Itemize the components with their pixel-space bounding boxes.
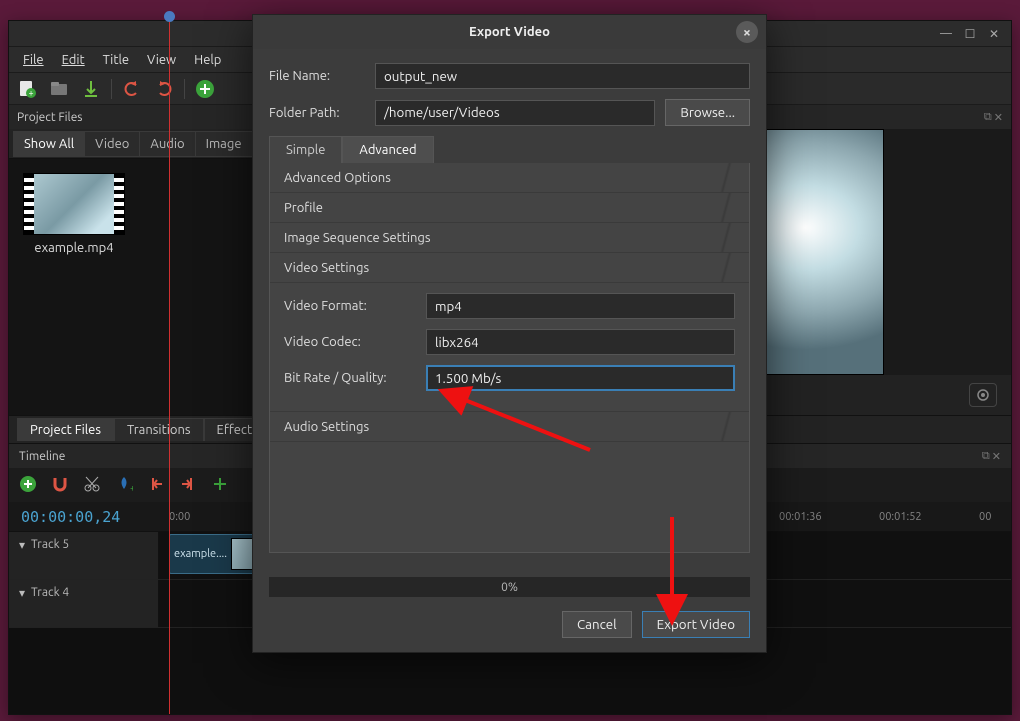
section-image-sequence[interactable]: Image Sequence Settings — [270, 223, 749, 253]
video-codec-input[interactable] — [426, 329, 735, 355]
tab-transitions[interactable]: Transitions — [114, 418, 204, 441]
file-name-row: File Name: — [269, 63, 750, 89]
chevron-down-icon: ▾ — [19, 586, 25, 600]
camera-icon[interactable] — [969, 383, 997, 407]
redo-icon[interactable] — [152, 77, 176, 101]
add-icon[interactable] — [193, 77, 217, 101]
filter-image[interactable]: Image — [195, 131, 253, 157]
ruler-label: 00:01:36 — [779, 511, 822, 523]
menu-file-label: File — [23, 53, 44, 67]
bitrate-input[interactable] — [426, 365, 735, 391]
magnet-icon[interactable] — [51, 475, 69, 496]
dialog-pane: Advanced Options Profile Image Sequence … — [269, 163, 750, 553]
filter-video[interactable]: Video — [84, 131, 140, 157]
panel-detach-icon[interactable]: ⧉ — [984, 111, 992, 124]
project-files-title: Project Files — [17, 111, 83, 124]
export-dialog: Export Video × File Name: Folder Path: B… — [252, 14, 767, 653]
track-name: Track 4 — [31, 586, 69, 599]
menu-edit[interactable]: Edit — [54, 49, 93, 71]
track-head[interactable]: ▾ Track 5 — [9, 532, 159, 579]
menu-edit-label: Edit — [62, 53, 85, 67]
cut-icon[interactable] — [83, 475, 101, 496]
folder-path-label: Folder Path: — [269, 106, 365, 120]
filter-show-all[interactable]: Show All — [13, 131, 85, 157]
video-format-input[interactable] — [426, 293, 735, 319]
menu-help-label: Help — [194, 53, 221, 67]
timeline-title: Timeline — [19, 450, 65, 463]
chevron-down-icon: ▾ — [19, 538, 25, 552]
file-name-label: File Name: — [269, 69, 365, 83]
section-profile[interactable]: Profile — [270, 193, 749, 223]
browse-button[interactable]: Browse... — [665, 99, 750, 126]
undo-icon[interactable] — [120, 77, 144, 101]
toolbar-separator — [111, 79, 112, 99]
dialog-actions: Cancel Export Video — [253, 605, 766, 652]
folder-row: Folder Path: Browse... — [269, 99, 750, 126]
tab-project-files[interactable]: Project Files — [17, 418, 114, 441]
export-button[interactable]: Export Video — [642, 611, 750, 638]
panel-corner-icons: ⧉ ✕ — [982, 450, 1001, 463]
dialog-title: Export Video — [469, 25, 550, 39]
toolbar-separator — [184, 79, 185, 99]
dialog-titlebar[interactable]: Export Video × — [253, 15, 766, 49]
save-file-icon[interactable] — [79, 77, 103, 101]
panel-close-icon[interactable]: ✕ — [992, 450, 1001, 463]
menu-title[interactable]: Title — [95, 49, 137, 71]
dialog-tabs: Simple Advanced — [269, 136, 750, 163]
panel-corner-icons: ⧉ ✕ — [984, 111, 1003, 124]
project-item-thumb — [23, 173, 125, 235]
marker-drop-icon[interactable]: + — [115, 475, 133, 496]
window-maximize-button[interactable]: ☐ — [959, 25, 981, 43]
playhead[interactable] — [169, 21, 170, 714]
annotation-arrow — [657, 512, 687, 615]
video-format-row: Video Format: — [284, 293, 735, 319]
panel-detach-icon[interactable]: ⧉ — [982, 450, 990, 463]
svg-text:+: + — [130, 483, 133, 493]
ruler-label: 00:01:52 — [879, 511, 922, 523]
panel-close-icon[interactable]: ✕ — [994, 111, 1003, 124]
window-minimize-button[interactable]: — — [935, 25, 957, 43]
bitrate-label: Bit Rate / Quality: — [284, 371, 416, 385]
folder-path-input[interactable] — [375, 100, 655, 126]
add-marker-icon[interactable] — [19, 475, 37, 496]
filter-audio[interactable]: Audio — [139, 131, 195, 157]
tab-advanced[interactable]: Advanced — [342, 136, 433, 163]
video-format-label: Video Format: — [284, 299, 416, 313]
ruler-label: 00 — [979, 511, 991, 523]
dialog-body: File Name: Folder Path: Browse... Simple… — [253, 49, 766, 561]
section-advanced-options[interactable]: Advanced Options — [270, 163, 749, 193]
dialog-close-button[interactable]: × — [736, 21, 758, 43]
clip-name: example.... — [174, 548, 227, 560]
file-name-input[interactable] — [375, 63, 750, 89]
ruler-label: 0:00 — [169, 511, 190, 523]
track-head[interactable]: ▾ Track 4 — [9, 580, 159, 627]
open-file-icon[interactable] — [47, 77, 71, 101]
svg-text:+: + — [28, 88, 33, 98]
section-video-settings[interactable]: Video Settings — [270, 253, 749, 283]
menu-title-label: Title — [103, 53, 129, 67]
menu-view-label: View — [147, 53, 176, 67]
annotation-arrow — [450, 390, 600, 463]
jump-prev-icon[interactable] — [147, 475, 165, 496]
menu-file[interactable]: File — [15, 49, 52, 71]
menu-help[interactable]: Help — [186, 49, 229, 71]
track-name: Track 5 — [31, 538, 69, 551]
video-codec-row: Video Codec: — [284, 329, 735, 355]
timecode: 00:00:00,24 — [9, 508, 159, 526]
project-item[interactable]: example.mp4 — [23, 173, 125, 255]
bitrate-row: Bit Rate / Quality: — [284, 365, 735, 391]
center-playhead-icon[interactable] — [211, 475, 229, 496]
cancel-button[interactable]: Cancel — [562, 611, 632, 638]
tab-simple[interactable]: Simple — [269, 136, 342, 163]
jump-next-icon[interactable] — [179, 475, 197, 496]
menu-view[interactable]: View — [139, 49, 184, 71]
window-close-button[interactable]: ✕ — [983, 25, 1005, 43]
video-codec-label: Video Codec: — [284, 335, 416, 349]
project-item-name: example.mp4 — [23, 241, 125, 255]
new-file-icon[interactable]: + — [15, 77, 39, 101]
